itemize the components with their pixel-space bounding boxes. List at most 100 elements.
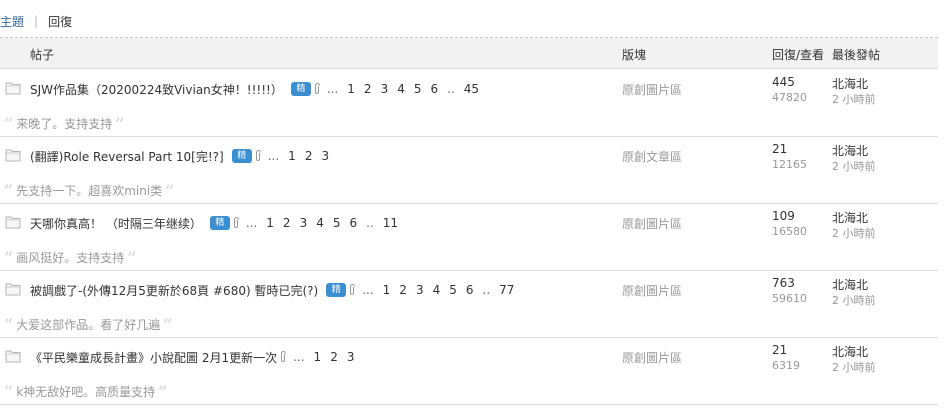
close-quote-icon: ” [158,381,168,401]
page-link[interactable]: 2 [283,216,291,230]
page-link[interactable]: 6 [349,216,357,230]
page-links: ... 1 2 3 [293,350,363,364]
thread-title-line: 《平民樂童成長計畫》小說配圖 2月1更新一次 ... 1 2 3 [30,349,363,365]
img-badge-icon: 精 [231,149,252,163]
page-link[interactable]: 2 [364,82,372,96]
page-link[interactable]: 4 [397,82,405,96]
open-quote-icon: “ [4,314,14,334]
page-ellipsis: ... [362,283,374,297]
thread-title-link[interactable]: 天哪你真高！ （时隔三年继续） [30,215,202,232]
reply-count: 763 [772,276,795,290]
page-link[interactable]: 2 [330,350,338,364]
last-post-author[interactable]: 北海北 [832,276,868,293]
attachment-icon [350,283,356,295]
folder-icon [5,350,21,363]
page-link[interactable]: 3 [321,149,329,163]
last-post-author[interactable]: 北海北 [832,209,868,226]
view-count: 6319 [772,359,800,372]
page-link[interactable]: 3 [381,82,389,96]
page-link[interactable]: 4 [316,216,324,230]
reply-quote: “k神无敌好吧。高质量支持” [4,383,167,400]
page-link[interactable]: 1 [314,350,322,364]
folder-icon [5,216,21,229]
thread-title-link[interactable]: (翻譯)Role Reversal Part 10[完!?] [30,148,224,165]
reply-quote: “大爱这部作品。看了好几遍” [4,316,172,333]
forum-link[interactable]: 原創文章區 [622,148,682,165]
forum-link[interactable]: 原創圖片區 [622,215,682,232]
open-quote-icon: “ [4,113,14,133]
close-quote-icon: ” [163,314,173,334]
page-link[interactable]: 4 [433,283,441,297]
reply-count: 109 [772,209,795,223]
view-count: 59610 [772,292,807,305]
page-ellipsis: .. [482,283,491,297]
reply-quote: “画风挺好。支持支持” [4,249,136,266]
forum-link[interactable]: 原創圖片區 [622,81,682,98]
close-quote-icon: ” [127,247,137,267]
tab-separator: | [34,14,39,28]
page-ellipsis: ... [326,82,339,96]
page-link[interactable]: 3 [347,350,355,364]
view-count: 47820 [772,91,807,104]
last-post-time[interactable]: 2 小時前 [832,158,876,174]
last-post-time[interactable]: 2 小時前 [832,91,876,107]
attachment-icon [281,350,287,362]
thread-title-link[interactable]: SJW作品集（20200224致Vivian女神！!!!!!） [30,81,283,98]
thread-title-line: 天哪你真高！ （时隔三年继续） 精... 1 2 3 4 5 6.. 11 [30,215,407,231]
page-link[interactable]: 5 [414,82,422,96]
last-post-author[interactable]: 北海北 [832,142,868,159]
open-quote-icon: “ [4,247,14,267]
header-forum: 版塊 [622,48,647,62]
page-link[interactable]: 1 [266,216,274,230]
reply-count: 21 [772,343,788,357]
forum-link[interactable]: 原創圖片區 [622,349,682,366]
table-header: 帖子 版塊 回復/查看 最後發帖 [0,38,938,69]
page-link[interactable]: 6 [430,82,438,96]
page-link[interactable]: 45 [464,82,479,96]
open-quote-icon: “ [4,381,14,401]
folder-icon [5,149,21,162]
last-post-time[interactable]: 2 小時前 [832,225,876,241]
page-link[interactable]: 3 [416,283,424,297]
header-last-post: 最後發帖 [832,48,881,62]
page-links: ... 1 2 3 [268,149,338,163]
page-link[interactable]: 77 [499,283,514,297]
last-post-time[interactable]: 2 小時前 [832,359,876,375]
thread-title-line: (翻譯)Role Reversal Part 10[完!?] 精 ... 1 2 3 [30,148,338,164]
table-row: 被調戲了-(外傳12月5更新於68頁 #680) 暫時已完(?) 精... 1 2 3 4… [0,270,938,338]
page-link[interactable]: 6 [466,283,474,297]
page-link[interactable]: 1 [347,82,355,96]
page-ellipsis: .. [366,216,374,230]
table-row: 《平民樂童成長計畫》小說配圖 2月1更新一次 ... 1 2 3 原創圖片區 21 6319 北… [0,337,938,405]
page-link[interactable]: 2 [399,283,407,297]
attachment-icon [314,82,320,94]
page-link[interactable]: 3 [300,216,308,230]
img-badge-icon: 精 [209,216,230,230]
thread-title-line: SJW作品集（20200224致Vivian女神！!!!!!）精... 1 2 3 4 5… [30,81,488,97]
last-post-author[interactable]: 北海北 [832,75,868,92]
reply-count: 21 [772,142,788,156]
thread-title-link[interactable]: 《平民樂童成長計畫》小說配圖 2月1更新一次 [30,349,277,366]
page-link[interactable]: 1 [288,149,296,163]
thread-title-line: 被調戲了-(外傳12月5更新於68頁 #680) 暫時已完(?) 精... 1 2 3 4… [30,282,523,298]
page-link[interactable]: 11 [383,216,398,230]
page-link[interactable]: 2 [305,149,313,163]
reply-quote: “先支持一下。超喜欢mini类” [4,182,174,199]
close-quote-icon: ” [115,113,125,133]
tab-replies[interactable]: 回復 [48,13,72,30]
reply-quote: “来晚了。支持支持” [4,115,124,132]
last-post-time[interactable]: 2 小時前 [832,292,876,308]
forum-link[interactable]: 原創圖片區 [622,282,682,299]
page-link[interactable]: 5 [333,216,341,230]
page-link[interactable]: 1 [383,283,391,297]
table-row: (翻譯)Role Reversal Part 10[完!?] 精 ... 1 2 3 原創文… [0,136,938,204]
thread-title-link[interactable]: 被調戲了-(外傳12月5更新於68頁 #680) 暫時已完(?) [30,282,318,299]
page-links: ... 1 2 3 4 5 6.. 45 [327,82,488,96]
last-post-author[interactable]: 北海北 [832,343,868,360]
quote-text: 来晚了。支持支持 [16,117,113,131]
folder-icon [5,82,21,95]
tab-topics[interactable]: 主題 [0,13,24,30]
page-link[interactable]: 5 [449,283,457,297]
quote-text: 画风挺好。支持支持 [16,251,125,265]
page-links: ... 1 2 3 4 5 6.. 77 [362,283,523,297]
